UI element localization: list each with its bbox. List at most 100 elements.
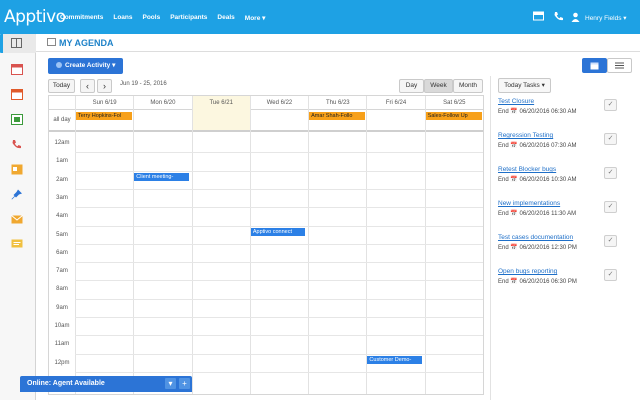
prev-week-button[interactable]: ‹ xyxy=(80,79,95,93)
nav-commitments[interactable]: Commitments xyxy=(60,14,103,22)
hour-label: 11am xyxy=(54,341,70,348)
hour-divider xyxy=(75,262,483,264)
top-bar: Apptivo Commitments Loans Pools Particip… xyxy=(0,0,640,34)
page-title: MY AGENDA xyxy=(59,38,114,48)
hour-divider xyxy=(75,335,483,337)
task-item: Retest Blocker bugs End 📅 06/20/2016 10:3… xyxy=(498,166,638,183)
email-icon[interactable] xyxy=(11,214,23,225)
calendar-event[interactable]: Customer Demo- xyxy=(367,355,422,364)
task-end-time: End 📅 06/20/2016 10:30 AM xyxy=(498,177,577,183)
store-icon[interactable] xyxy=(532,11,544,23)
hour-label: 7am xyxy=(56,268,68,275)
notes-icon[interactable] xyxy=(11,164,23,175)
task-complete-checkbox[interactable]: ✓ xyxy=(604,235,617,247)
calendar-header: Sun 6/19 Mon 6/20 Tue 6/21 Wed 6/22 Thu 6/23… xyxy=(49,96,483,110)
task-end-time: End 📅 06/20/2016 06:30 PM xyxy=(498,279,577,285)
hour-divider xyxy=(75,280,483,282)
create-activity-button[interactable]: Create Activity ▾ xyxy=(48,58,123,74)
week-calendar: Sun 6/19 Mon 6/20 Tue 6/21 Wed 6/22 Thu 6/23… xyxy=(48,95,484,395)
sidebar-item-agenda[interactable] xyxy=(0,34,36,53)
hour-divider xyxy=(75,170,483,172)
hour-divider xyxy=(75,188,483,190)
task-title-link[interactable]: Test Closure xyxy=(498,98,638,105)
day-header[interactable]: Tue 6/21 xyxy=(191,96,250,110)
date-range-label: Jun 19 - 25, 2016 xyxy=(120,81,167,87)
task-item: Test cases documentation End 📅 06/20/2016… xyxy=(498,234,638,251)
hour-divider xyxy=(75,371,483,373)
create-activity-label: Create Activity ▾ xyxy=(65,62,116,69)
task-title-link[interactable]: Regression Testing xyxy=(498,132,638,139)
task-title-link[interactable]: Retest Blocker bugs xyxy=(498,166,638,173)
hour-label: 2am xyxy=(56,176,68,183)
hour-label: 8am xyxy=(56,286,68,293)
nav-deals[interactable]: Deals xyxy=(217,14,234,22)
day-header[interactable]: Sun 6/19 xyxy=(75,96,133,110)
hour-label: 12pm xyxy=(54,359,70,366)
task-end-time: End 📅 06/20/2016 12:30 PM xyxy=(498,245,577,251)
tasks-icon[interactable] xyxy=(11,114,23,125)
list-view-button[interactable] xyxy=(607,58,632,73)
call-log-icon[interactable] xyxy=(11,139,23,150)
hour-label: 5am xyxy=(56,231,68,238)
apptivo-logo[interactable]: Apptivo xyxy=(4,7,66,27)
day-header[interactable]: Thu 6/23 xyxy=(308,96,366,110)
nav-pools[interactable]: Pools xyxy=(143,14,161,22)
header-divider xyxy=(36,51,640,52)
task-item: Regression Testing End 📅 06/20/2016 07:30… xyxy=(498,132,638,149)
day-header[interactable]: Sat 6/25 xyxy=(424,96,483,110)
task-end-time: End 📅 06/20/2016 07:30 AM xyxy=(498,143,577,149)
view-week-button[interactable]: Week xyxy=(424,79,453,93)
pin-icon[interactable] xyxy=(11,189,23,200)
day-header[interactable]: Mon 6/20 xyxy=(133,96,191,110)
chat-add-button[interactable]: + xyxy=(179,378,190,389)
chat-icon[interactable] xyxy=(11,239,23,250)
task-complete-checkbox[interactable]: ✓ xyxy=(604,201,617,213)
hour-label: 12am xyxy=(54,140,70,146)
calendar-icon[interactable] xyxy=(11,89,23,100)
calendar-grid-icon[interactable] xyxy=(11,64,23,75)
nav-more[interactable]: More ▾ xyxy=(245,14,266,22)
hour-label: 10am xyxy=(54,323,70,329)
create-plus-icon xyxy=(56,62,62,68)
task-end-time: End 📅 06/20/2016 06:30 AM xyxy=(498,109,577,115)
task-item: Test Closure End 📅 06/20/2016 06:30 AM xyxy=(498,98,638,115)
task-end-time: End 📅 06/20/2016 11:30 AM xyxy=(498,211,577,217)
today-tasks-dropdown[interactable]: Today Tasks ▾ xyxy=(498,78,551,93)
task-title-link[interactable]: New implementations xyxy=(498,200,638,207)
day-header[interactable]: Fri 6/24 xyxy=(366,96,424,110)
all-day-event[interactable]: Amar Shah-Follo xyxy=(309,112,366,120)
hour-divider xyxy=(75,152,483,154)
task-title-link[interactable]: Test cases documentation xyxy=(498,234,638,241)
hour-divider xyxy=(75,353,483,355)
today-button[interactable]: Today xyxy=(48,79,75,93)
task-complete-checkbox[interactable]: ✓ xyxy=(604,167,617,179)
all-day-event[interactable]: Terry Hopkins-Fol xyxy=(76,112,133,120)
hour-label: 3am xyxy=(56,194,68,201)
chat-status-label: Online: Agent Available xyxy=(27,380,105,387)
hour-label: 4am xyxy=(56,213,68,220)
next-week-button[interactable]: › xyxy=(97,79,112,93)
main-nav: Commitments Loans Pools Participants Dea… xyxy=(60,14,265,22)
day-header[interactable]: Wed 6/22 xyxy=(249,96,308,110)
nav-loans[interactable]: Loans xyxy=(113,14,132,22)
hour-divider xyxy=(75,317,483,318)
user-avatar-icon[interactable] xyxy=(571,12,580,22)
task-complete-checkbox[interactable]: ✓ xyxy=(604,133,617,145)
view-month-button[interactable]: Month xyxy=(453,79,483,93)
phone-icon[interactable] xyxy=(552,11,564,23)
task-item: New implementations End 📅 06/20/2016 11:3… xyxy=(498,200,638,217)
task-title-link[interactable]: Open bugs reporting xyxy=(498,268,638,275)
task-complete-checkbox[interactable]: ✓ xyxy=(604,99,617,111)
calendar-view-button[interactable] xyxy=(582,58,607,73)
day-column-divider xyxy=(483,110,484,395)
task-complete-checkbox[interactable]: ✓ xyxy=(604,269,617,281)
chat-minimize-button[interactable]: ▾ xyxy=(165,378,176,389)
all-day-event[interactable]: Sales-Follow Up xyxy=(425,112,482,120)
calendar-event[interactable]: Apptivo connect xyxy=(250,227,306,236)
hour-divider xyxy=(75,298,483,300)
calendar-event[interactable]: Client meeting- xyxy=(134,172,189,181)
hour-label: 1am xyxy=(56,158,68,165)
nav-participants[interactable]: Participants xyxy=(170,14,207,22)
view-day-button[interactable]: Day xyxy=(399,79,424,93)
user-menu[interactable]: Henry Fields ▾ xyxy=(585,14,627,22)
